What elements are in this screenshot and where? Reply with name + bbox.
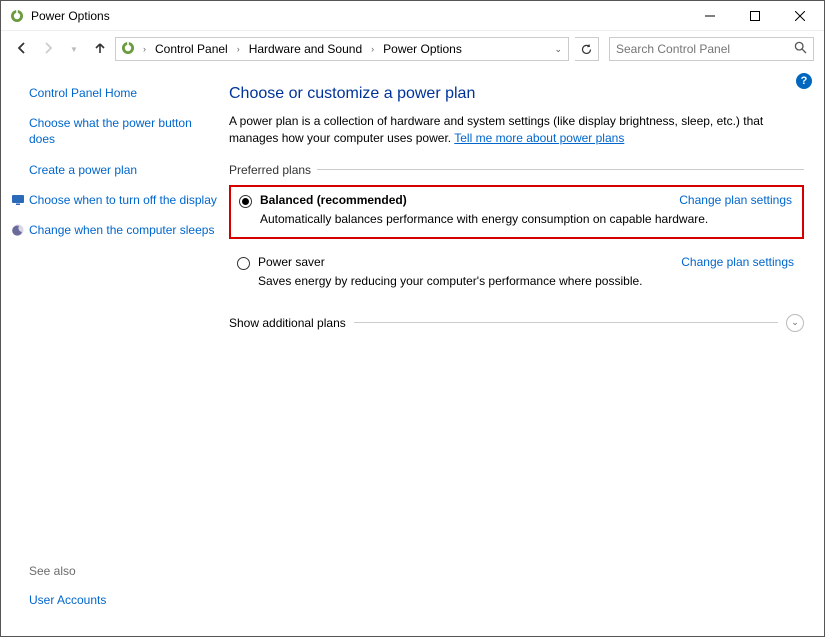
display-icon	[11, 193, 25, 207]
maximize-button[interactable]	[732, 1, 777, 30]
address-dropdown[interactable]: ⌄	[548, 44, 568, 55]
change-plan-settings-link[interactable]: Change plan settings	[681, 255, 794, 269]
sidebar-link[interactable]: Change when the computer sleeps	[29, 222, 217, 238]
search-icon[interactable]	[794, 41, 807, 57]
plan-description: Automatically balances performance with …	[260, 212, 792, 228]
breadcrumb-item[interactable]: Hardware and Sound	[247, 42, 364, 56]
nav-arrows: ▼	[13, 41, 109, 58]
breadcrumb-item[interactable]: Control Panel	[153, 42, 230, 56]
show-additional-label: Show additional plans	[229, 316, 346, 330]
help-icon[interactable]: ?	[796, 73, 812, 89]
search-box[interactable]	[609, 37, 814, 61]
sidebar-link[interactable]: Choose what the power button does	[29, 115, 217, 147]
plan-name[interactable]: Power saver	[258, 255, 325, 269]
show-additional-row[interactable]: Show additional plans ⌄	[229, 314, 804, 332]
refresh-button[interactable]	[575, 37, 599, 61]
change-plan-settings-link[interactable]: Change plan settings	[679, 193, 792, 207]
address-row: ▼ › Control Panel › Hardware and Sound ›…	[1, 31, 824, 67]
minimize-button[interactable]	[687, 1, 732, 30]
breadcrumb-item[interactable]: Power Options	[381, 42, 464, 56]
main: Control Panel Home Choose what the power…	[1, 67, 824, 636]
control-panel-home-link[interactable]: Control Panel Home	[29, 85, 217, 101]
sleep-icon	[11, 223, 25, 237]
window-buttons	[687, 1, 822, 30]
chevron-down-icon[interactable]: ⌄	[786, 314, 804, 332]
plan-power-saver: Power saver Change plan settings Saves e…	[229, 249, 804, 300]
up-button[interactable]	[91, 41, 109, 58]
chevron-right-icon[interactable]: ›	[234, 44, 243, 54]
sidebar-link[interactable]: Choose when to turn off the display	[29, 192, 217, 208]
titlebar: Power Options	[1, 1, 824, 31]
plan-balanced: Balanced (recommended) Change plan setti…	[229, 185, 804, 240]
description: A power plan is a collection of hardware…	[229, 113, 804, 147]
preferred-plans-label: Preferred plans	[229, 163, 804, 177]
close-button[interactable]	[777, 1, 822, 30]
content: Choose or customize a power plan A power…	[225, 67, 824, 636]
plan-description: Saves energy by reducing your computer's…	[258, 274, 794, 290]
location-icon	[120, 40, 136, 59]
chevron-right-icon[interactable]: ›	[368, 44, 377, 54]
page-heading: Choose or customize a power plan	[229, 85, 804, 103]
chevron-right-icon[interactable]: ›	[140, 44, 149, 54]
sidebar-link[interactable]: Create a power plan	[29, 162, 217, 178]
address-box[interactable]: › Control Panel › Hardware and Sound › P…	[115, 37, 569, 61]
search-input[interactable]	[616, 42, 788, 56]
sidebar: Control Panel Home Choose what the power…	[1, 67, 225, 636]
plan-radio[interactable]	[239, 195, 252, 208]
window-title: Power Options	[31, 9, 687, 23]
back-button[interactable]	[13, 41, 31, 58]
see-also-label: See also	[29, 564, 217, 578]
plan-name[interactable]: Balanced (recommended)	[260, 193, 407, 207]
forward-button[interactable]	[39, 41, 57, 58]
power-options-icon	[9, 8, 25, 24]
learn-more-link[interactable]: Tell me more about power plans	[454, 131, 624, 145]
recent-dropdown[interactable]: ▼	[65, 45, 83, 54]
plan-radio[interactable]	[237, 257, 250, 270]
see-also-link[interactable]: User Accounts	[29, 592, 217, 608]
